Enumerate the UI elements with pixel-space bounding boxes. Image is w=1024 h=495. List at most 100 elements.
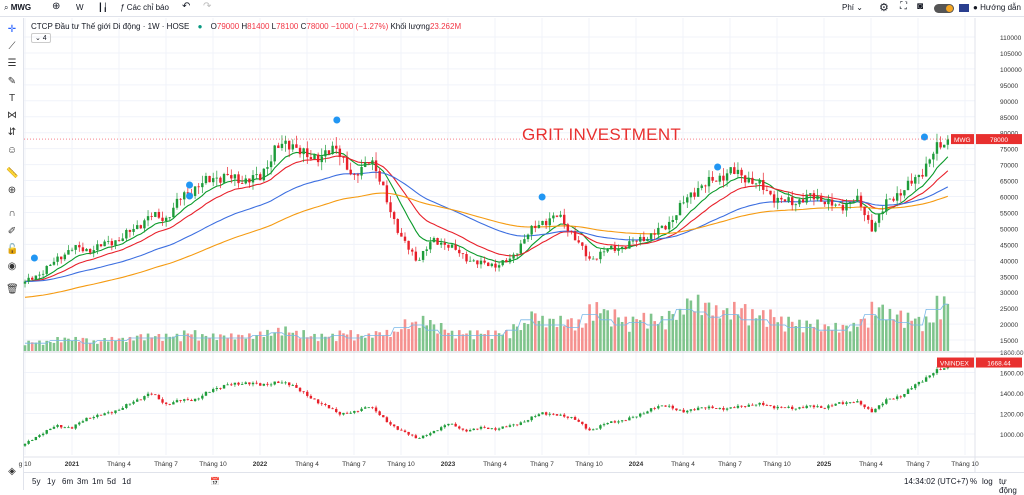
price-candle [88, 248, 92, 253]
index-candle [675, 408, 678, 411]
event-marker[interactable] [920, 133, 928, 141]
price-candle [262, 168, 266, 181]
range-5d[interactable]: 5d [107, 477, 116, 486]
percent-toggle[interactable]: % [970, 477, 977, 486]
tag-value: 78000 [990, 137, 1008, 144]
index-candle [237, 382, 240, 385]
index-candle [487, 427, 490, 430]
index-candle [382, 415, 385, 418]
price-chart[interactable]: 1100001050001000009500090000850008000075… [0, 0, 1024, 472]
price-candle [150, 216, 153, 217]
collapse-indicators-button[interactable]: ⌄ 4 [31, 33, 51, 43]
time-axis-label: Tháng 10 [387, 461, 415, 468]
time-axis-label: Tháng 4 [859, 461, 883, 468]
event-marker[interactable] [186, 181, 194, 189]
price-candle [280, 143, 284, 148]
range-3m[interactable]: 3m [77, 477, 88, 486]
index-candle [222, 385, 226, 389]
volume-bar [85, 338, 88, 351]
index-candle [313, 398, 316, 400]
price-axis-label: 100000 [1000, 67, 1022, 74]
price-candle [675, 215, 678, 221]
index-candle [939, 369, 942, 370]
price-candle [544, 220, 548, 226]
volume-bar [848, 331, 852, 351]
market-status-icon: ● [197, 22, 203, 31]
price-candle [378, 171, 381, 182]
index-candle [678, 409, 682, 411]
price-candle [649, 233, 653, 239]
index-candle [432, 430, 436, 434]
volume-bar [667, 310, 671, 351]
price-candle [552, 215, 555, 219]
event-marker[interactable] [186, 192, 194, 200]
price-candle [906, 180, 910, 191]
range-1y[interactable]: 1y [47, 477, 55, 486]
event-marker[interactable] [333, 116, 341, 124]
index-candle [888, 398, 892, 400]
time-axis-label: Tháng 4 [671, 461, 695, 468]
index-candle [259, 383, 262, 386]
event-marker[interactable] [538, 193, 546, 201]
index-candle [570, 417, 573, 418]
range-1m[interactable]: 1m [92, 477, 103, 486]
price-candle [501, 260, 504, 266]
volume-bar [523, 322, 526, 351]
price-candle [885, 199, 888, 212]
volume-bar [161, 340, 164, 351]
volume-bar [450, 330, 454, 351]
price-candle [78, 245, 81, 248]
index-candle [581, 421, 584, 425]
log-toggle[interactable]: log [982, 477, 993, 486]
price-candle [363, 162, 367, 167]
price-candle [392, 212, 396, 220]
volume-bar [573, 330, 577, 351]
range-5y[interactable]: 5y [32, 477, 40, 486]
volume-bar [454, 338, 457, 351]
index-axis-label: 1600.00 [1000, 371, 1024, 378]
index-candle [819, 406, 823, 408]
index-candle [280, 382, 284, 384]
volume-bar [707, 302, 711, 351]
range-6m[interactable]: 6m [62, 477, 73, 486]
volume-bar [483, 334, 486, 351]
volume-bar [237, 334, 240, 351]
price-candle [172, 207, 175, 218]
index-candle [877, 405, 881, 409]
index-candle [512, 424, 515, 426]
index-candle [892, 398, 895, 400]
index-candle [248, 382, 251, 385]
price-candle [179, 198, 182, 200]
volume-bar [472, 339, 476, 351]
price-candle [295, 144, 298, 148]
price-candle [776, 197, 779, 203]
volume-bar [374, 331, 378, 351]
index-candle [649, 408, 653, 412]
volume-bar [439, 323, 443, 351]
auto-toggle[interactable]: tự động [999, 477, 1024, 495]
index-candle [584, 424, 588, 429]
index-candle [588, 428, 591, 431]
price-candle [327, 150, 331, 155]
price-candle [38, 274, 41, 276]
index-candle [349, 412, 352, 414]
volume-bar [334, 341, 338, 351]
index-candle [859, 401, 863, 405]
range-1d[interactable]: 1d [122, 477, 131, 486]
index-candle [273, 381, 276, 385]
volume-bar [866, 327, 870, 351]
index-candle [559, 414, 562, 416]
index-candle [740, 405, 743, 407]
index-candle [403, 430, 407, 432]
index-candle [309, 395, 313, 399]
volume-bar [888, 308, 892, 351]
event-marker[interactable] [714, 163, 722, 171]
index-candle [425, 435, 428, 437]
event-marker[interactable] [30, 254, 38, 262]
volume-bar [714, 305, 718, 351]
price-candle [487, 262, 490, 267]
index-candle [519, 422, 522, 425]
volume-bar [410, 322, 414, 351]
price-candle [476, 260, 479, 265]
calendar-icon[interactable]: 📅 [210, 477, 220, 486]
